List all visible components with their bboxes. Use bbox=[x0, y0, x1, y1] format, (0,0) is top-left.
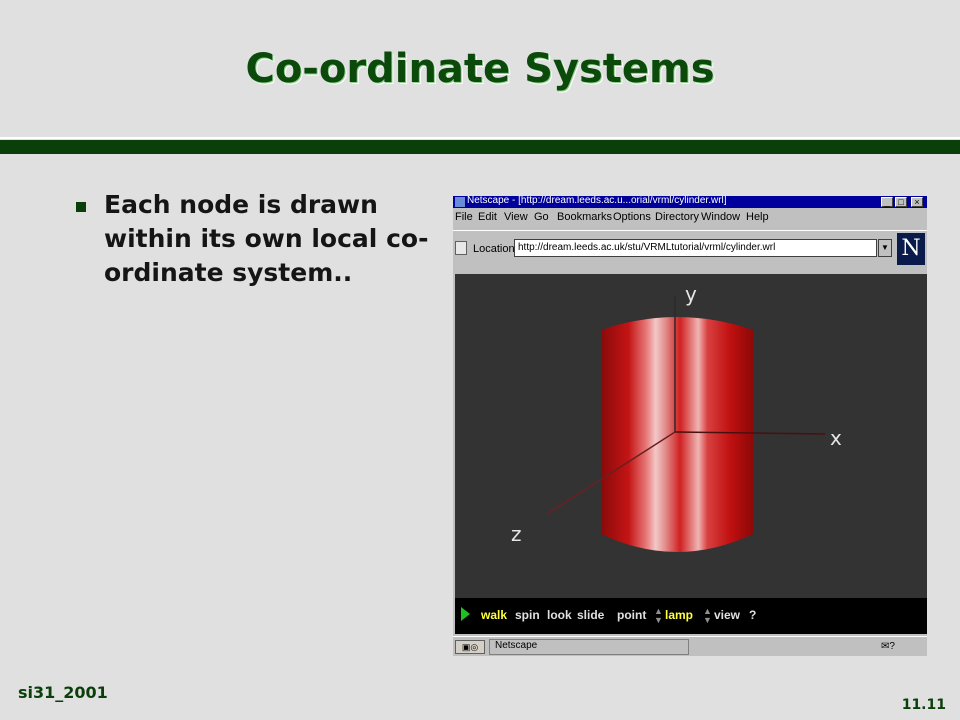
location-input[interactable]: http://dream.leeds.ac.uk/stu/VRMLtutoria… bbox=[514, 239, 877, 257]
footer-course-code: si31_2001 bbox=[18, 683, 108, 702]
minimize-button[interactable]: _ bbox=[881, 197, 893, 207]
lamp-updown-icon[interactable]: ▲ ▼ bbox=[654, 607, 663, 625]
nav-look[interactable]: look bbox=[547, 608, 572, 622]
netscape-logo: N bbox=[897, 233, 925, 265]
menu-view[interactable]: View bbox=[504, 211, 528, 223]
menu-edit[interactable]: Edit bbox=[478, 211, 497, 223]
bullet-square-icon bbox=[76, 202, 86, 212]
nav-help[interactable]: ? bbox=[749, 608, 756, 622]
nav-point[interactable]: point bbox=[617, 608, 646, 622]
cylinder-body bbox=[601, 317, 753, 552]
title-divider-bar bbox=[0, 140, 960, 154]
nav-lamp[interactable]: lamp bbox=[665, 608, 693, 622]
menu-bar: File Edit View Go Bookmarks Options Dire… bbox=[453, 209, 927, 227]
menu-go[interactable]: Go bbox=[534, 211, 549, 223]
location-label: Location: bbox=[473, 243, 518, 255]
play-arrow-icon[interactable] bbox=[461, 607, 470, 621]
status-bar: ▣◎ Netscape ✉? bbox=[453, 636, 927, 656]
browser-screenshot: Netscape - [http://dream.leeds.ac.u...or… bbox=[453, 196, 927, 656]
nav-slide[interactable]: slide bbox=[577, 608, 604, 622]
menu-bookmarks[interactable]: Bookmarks bbox=[557, 211, 612, 223]
close-button[interactable]: × bbox=[911, 197, 923, 207]
z-axis-label: z bbox=[511, 522, 522, 546]
y-axis-label: y bbox=[685, 282, 697, 306]
netscape-app-icon bbox=[455, 197, 465, 207]
menu-window[interactable]: Window bbox=[701, 211, 740, 223]
security-icons[interactable]: ▣◎ bbox=[455, 640, 485, 654]
vrml-nav-bar: walk spin look slide point ▲ ▼ lamp ▲ ▼ vi… bbox=[455, 598, 927, 634]
bullet-text: Each node is drawn within its own local … bbox=[104, 190, 429, 287]
maximize-button[interactable]: □ bbox=[895, 197, 907, 207]
status-text: Netscape bbox=[495, 640, 538, 651]
nav-spin[interactable]: spin bbox=[515, 608, 540, 622]
menu-directory[interactable]: Directory bbox=[655, 211, 699, 223]
nav-view[interactable]: view bbox=[714, 608, 740, 622]
slide-title: Co-ordinate Systems bbox=[245, 46, 715, 92]
browser-title-bar: Netscape - [http://dream.leeds.ac.u...or… bbox=[453, 196, 927, 208]
title-divider-thin bbox=[0, 137, 960, 139]
location-bar: Location: http://dream.leeds.ac.uk/stu/V… bbox=[453, 230, 927, 267]
mail-icon[interactable]: ✉? bbox=[873, 640, 903, 654]
menu-help[interactable]: Help bbox=[746, 211, 769, 223]
cylinder-scene bbox=[546, 296, 826, 552]
x-axis-label: x bbox=[830, 426, 842, 450]
menu-file[interactable]: File bbox=[455, 211, 473, 223]
vrml-viewport[interactable]: y x z bbox=[455, 274, 927, 598]
menu-options[interactable]: Options bbox=[613, 211, 651, 223]
location-dropdown-button[interactable]: ▼ bbox=[878, 239, 892, 257]
view-updown-icon[interactable]: ▲ ▼ bbox=[703, 607, 712, 625]
browser-window-title: Netscape - [http://dream.leeds.ac.u...or… bbox=[467, 196, 727, 206]
nav-walk[interactable]: walk bbox=[481, 608, 507, 622]
page-icon bbox=[455, 241, 467, 255]
footer-slide-number: 11.11 bbox=[901, 697, 946, 713]
